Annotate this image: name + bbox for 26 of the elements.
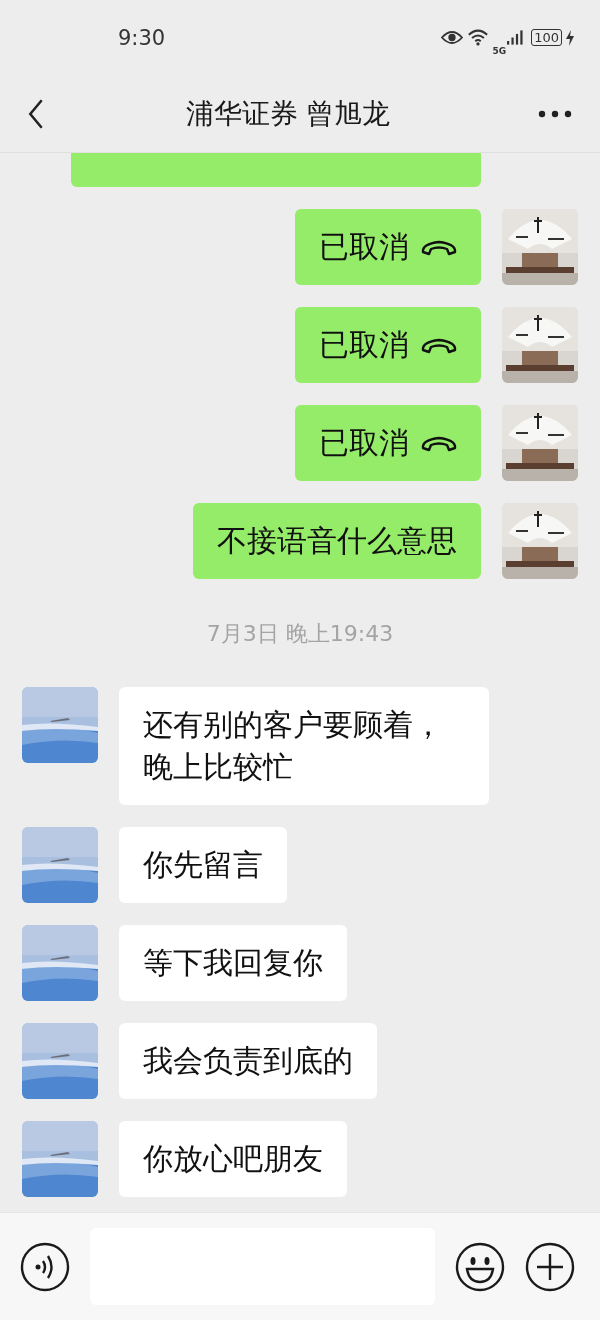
- call-status: 已取消: [319, 228, 409, 266]
- call-status: 已取消: [319, 424, 409, 462]
- emoji-icon[interactable]: [455, 1241, 505, 1292]
- phone-icon: [421, 336, 457, 354]
- message-bubble: 你放心吧朋友: [119, 1121, 347, 1197]
- message-bubble: 等下我回复你: [119, 925, 347, 1001]
- phone-icon: [421, 238, 457, 256]
- plus-icon[interactable]: [525, 1241, 575, 1292]
- back-icon[interactable]: [28, 98, 44, 129]
- voice-icon[interactable]: [20, 1241, 70, 1292]
- eye-icon: [440, 30, 463, 45]
- signal-icon: [507, 30, 524, 45]
- wifi-icon: [466, 29, 489, 46]
- network-label: 5G: [492, 45, 507, 56]
- message-bubble: 还有别的客户要顾着，晚上比较忙: [119, 687, 489, 805]
- status-time: 9:30: [118, 25, 166, 50]
- message-bubble: 你先留言: [119, 827, 287, 903]
- more-icon[interactable]: [538, 109, 572, 118]
- battery-level: 100: [531, 29, 562, 46]
- timestamp: 7月3日 晚上19:43: [206, 620, 394, 648]
- message-bubble: 我会负责到底的: [119, 1023, 377, 1099]
- charging-icon: [566, 29, 574, 46]
- phone-icon: [421, 434, 457, 452]
- message-bubble: 不接语音什么意思: [193, 503, 481, 579]
- call-status: 已取消: [319, 326, 409, 364]
- chat-title: 浦华证券 曾旭龙: [184, 95, 392, 132]
